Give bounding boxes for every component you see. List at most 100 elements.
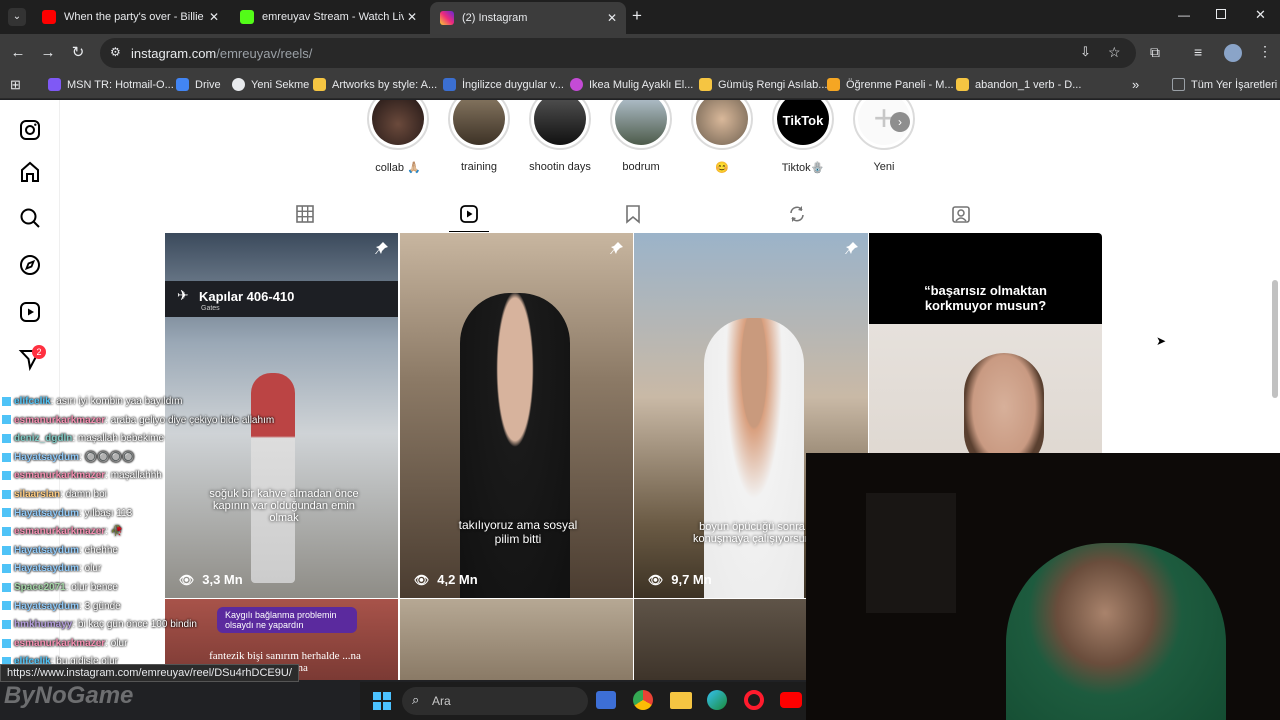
bookmark-artworks[interactable]: Artworks by style: A... — [313, 78, 437, 91]
install-app-icon[interactable]: ⇩ — [1080, 44, 1091, 60]
youtube-app-icon[interactable] — [780, 692, 802, 708]
close-tab-icon[interactable]: ✕ — [404, 10, 420, 24]
bookmark-label: Öğrenme Paneli - M... — [846, 78, 954, 91]
chat-message: Hayatsaydum: ehehhe — [2, 545, 118, 556]
edge-icon[interactable] — [707, 690, 727, 710]
highlight-cover — [372, 100, 424, 145]
highlight-cover: TikTok — [777, 100, 829, 145]
page-scrollbar[interactable] — [1272, 280, 1278, 398]
bookmark-abandon[interactable]: abandon_1 verb - D... — [956, 78, 1081, 91]
stream-chat-overlay: elifcelik: asırı iyi kombin yaa bayıldım… — [0, 392, 274, 672]
bookmark-label: İngilizce duygular v... — [462, 78, 564, 91]
bookmark-ingilizce[interactable]: İngilizce duygular v... — [443, 78, 564, 91]
bookmark-label: Tüm Yer İşaretleri — [1191, 78, 1278, 91]
opera-icon[interactable] — [744, 690, 764, 710]
highlight-label: Yeni — [873, 161, 895, 173]
tab-tagged-icon[interactable] — [951, 204, 971, 224]
taskbar-search[interactable]: ⌕ Ara — [402, 687, 588, 715]
home-icon[interactable] — [18, 160, 42, 184]
bookmark-label: Yeni Sekme — [251, 78, 310, 91]
bookmark-drive[interactable]: Drive — [176, 78, 221, 91]
tab-kick[interactable]: emreuyav Stream - Watch Live o ✕ — [230, 4, 426, 30]
tab-saved-icon[interactable] — [623, 204, 643, 224]
file-explorer-icon[interactable] — [670, 692, 692, 709]
chat-username: esmanurkarkmazer — [14, 637, 106, 649]
chat-badge-icon — [2, 638, 11, 648]
apps-icon[interactable]: ⊞ — [10, 77, 21, 93]
chat-username: esmanurkarkmazer — [14, 526, 106, 538]
tab-youtube[interactable]: When the party's over - Billie Ei ✕ — [32, 4, 228, 30]
bookmark-new-tab[interactable]: Yeni Sekme — [232, 78, 309, 91]
tab-search-button[interactable]: ⌄ — [8, 8, 26, 26]
chat-message: esmanurkarkmazer: araba geliyo diye çeki… — [2, 415, 274, 426]
tab-reels-icon[interactable] — [459, 204, 479, 224]
bookmark-star-icon[interactable]: ☆ — [1108, 44, 1121, 61]
chat-text: : 🔘🔘🔘🔘 — [79, 451, 135, 463]
bookmark-label: abandon_1 verb - D... — [975, 78, 1082, 91]
mouse-cursor-icon: ➤ — [1156, 334, 1167, 348]
search-icon[interactable] — [18, 206, 42, 230]
browser-tab-strip: ⌄ When the party's over - Billie Ei ✕ em… — [0, 0, 1280, 34]
highlight-tiktok[interactable]: TikTok Tiktok🪬 — [762, 100, 844, 174]
reload-button[interactable]: ↻ — [68, 43, 88, 63]
tab-title: When the party's over - Billie Ei — [64, 11, 206, 23]
wikiart-icon — [313, 78, 326, 91]
bookmark-msn[interactable]: MSN TR: Hotmail-O... — [48, 78, 174, 91]
url-path: /emreuyav/reels/ — [216, 46, 313, 61]
forward-button[interactable]: → — [38, 43, 58, 63]
chat-username: Space2071 — [14, 582, 66, 593]
highlight-shootin-days[interactable]: shootin days — [519, 100, 601, 173]
pin-icon — [610, 242, 623, 254]
bookmark-ikea[interactable]: Ikea Mulig Ayaklı El... — [570, 78, 693, 91]
site-info-icon[interactable]: ⚙ — [110, 45, 121, 59]
new-tab-button[interactable]: + — [632, 6, 650, 26]
bookmark-label: Gümüş Rengi Asılab... — [718, 78, 828, 91]
highlight-training[interactable]: training — [438, 100, 520, 173]
close-tab-icon[interactable]: ✕ — [206, 10, 222, 24]
mail-icon[interactable] — [596, 691, 616, 709]
instagram-logo-icon[interactable] — [18, 118, 42, 142]
highlights-next-button[interactable]: › — [890, 112, 910, 132]
close-tab-icon[interactable]: ✕ — [604, 11, 620, 25]
sign-text: Kapılar 406-410 — [199, 289, 295, 304]
chat-text: : ehehhe — [79, 544, 118, 556]
tab-instagram[interactable]: (2) Instagram ✕ — [430, 2, 626, 34]
highlight-smile[interactable]: 😊 — [681, 100, 763, 174]
profile-avatar[interactable] — [1224, 44, 1242, 62]
chat-badge-icon — [2, 601, 11, 611]
highlight-cover — [453, 100, 505, 145]
eye-icon: 👁 — [414, 572, 430, 587]
chat-username: hmkhumayy — [14, 619, 73, 631]
more-bookmarks-icon[interactable]: » — [1132, 77, 1139, 92]
highlight-new[interactable]: + Yeni — [843, 100, 925, 173]
bookmark-all[interactable]: Tüm Yer İşaretleri — [1172, 78, 1277, 91]
tab-reposts-icon[interactable] — [787, 204, 807, 224]
highlight-collab[interactable]: collab 🙏🏼 — [357, 100, 439, 174]
bookmarks-bar: ⊞ MSN TR: Hotmail-O... Drive Yeni Sekme … — [0, 72, 1280, 99]
bookmark-ogrenme[interactable]: Öğrenme Paneli - M... — [827, 78, 954, 91]
explore-icon[interactable] — [18, 253, 42, 277]
highlight-bodrum[interactable]: bodrum — [600, 100, 682, 173]
chat-username: silaarslan — [14, 489, 61, 500]
tab-posts-grid-icon[interactable] — [295, 204, 315, 224]
bookmark-gumus[interactable]: Gümüş Rengi Asılab... — [699, 78, 827, 91]
highlight-label: shootin days — [529, 161, 591, 173]
media-icon[interactable]: ≡ — [1194, 44, 1202, 60]
reel-tile[interactable] — [400, 599, 633, 680]
close-window-button[interactable]: ✕ — [1255, 7, 1266, 23]
windows-start-icon[interactable] — [372, 691, 392, 711]
minimize-button[interactable]: — — [1178, 8, 1190, 22]
extensions-icon[interactable]: ⧉ — [1150, 44, 1160, 61]
chrome-icon[interactable] — [633, 690, 653, 710]
chat-text: : olur — [105, 637, 128, 649]
address-bar[interactable]: ⚙ instagram.com/emreuyav/reels/ ⇩ ☆ — [100, 38, 1136, 68]
reel-caption: soğuk bir kahve almadan önce kapının var… — [209, 488, 359, 524]
webcam-person — [1006, 543, 1226, 720]
reels-icon[interactable] — [18, 300, 42, 324]
back-button[interactable]: ← — [8, 43, 28, 63]
menu-icon[interactable]: ⋮ — [1258, 43, 1272, 60]
tiktok-cover-text: TikTok — [782, 113, 824, 128]
reel-tile[interactable]: takılıyoruz ama sosyal pilim bitti 👁 4,2 … — [400, 233, 633, 598]
restore-button[interactable] — [1216, 9, 1226, 19]
plane-icon: ✈ — [177, 287, 189, 303]
